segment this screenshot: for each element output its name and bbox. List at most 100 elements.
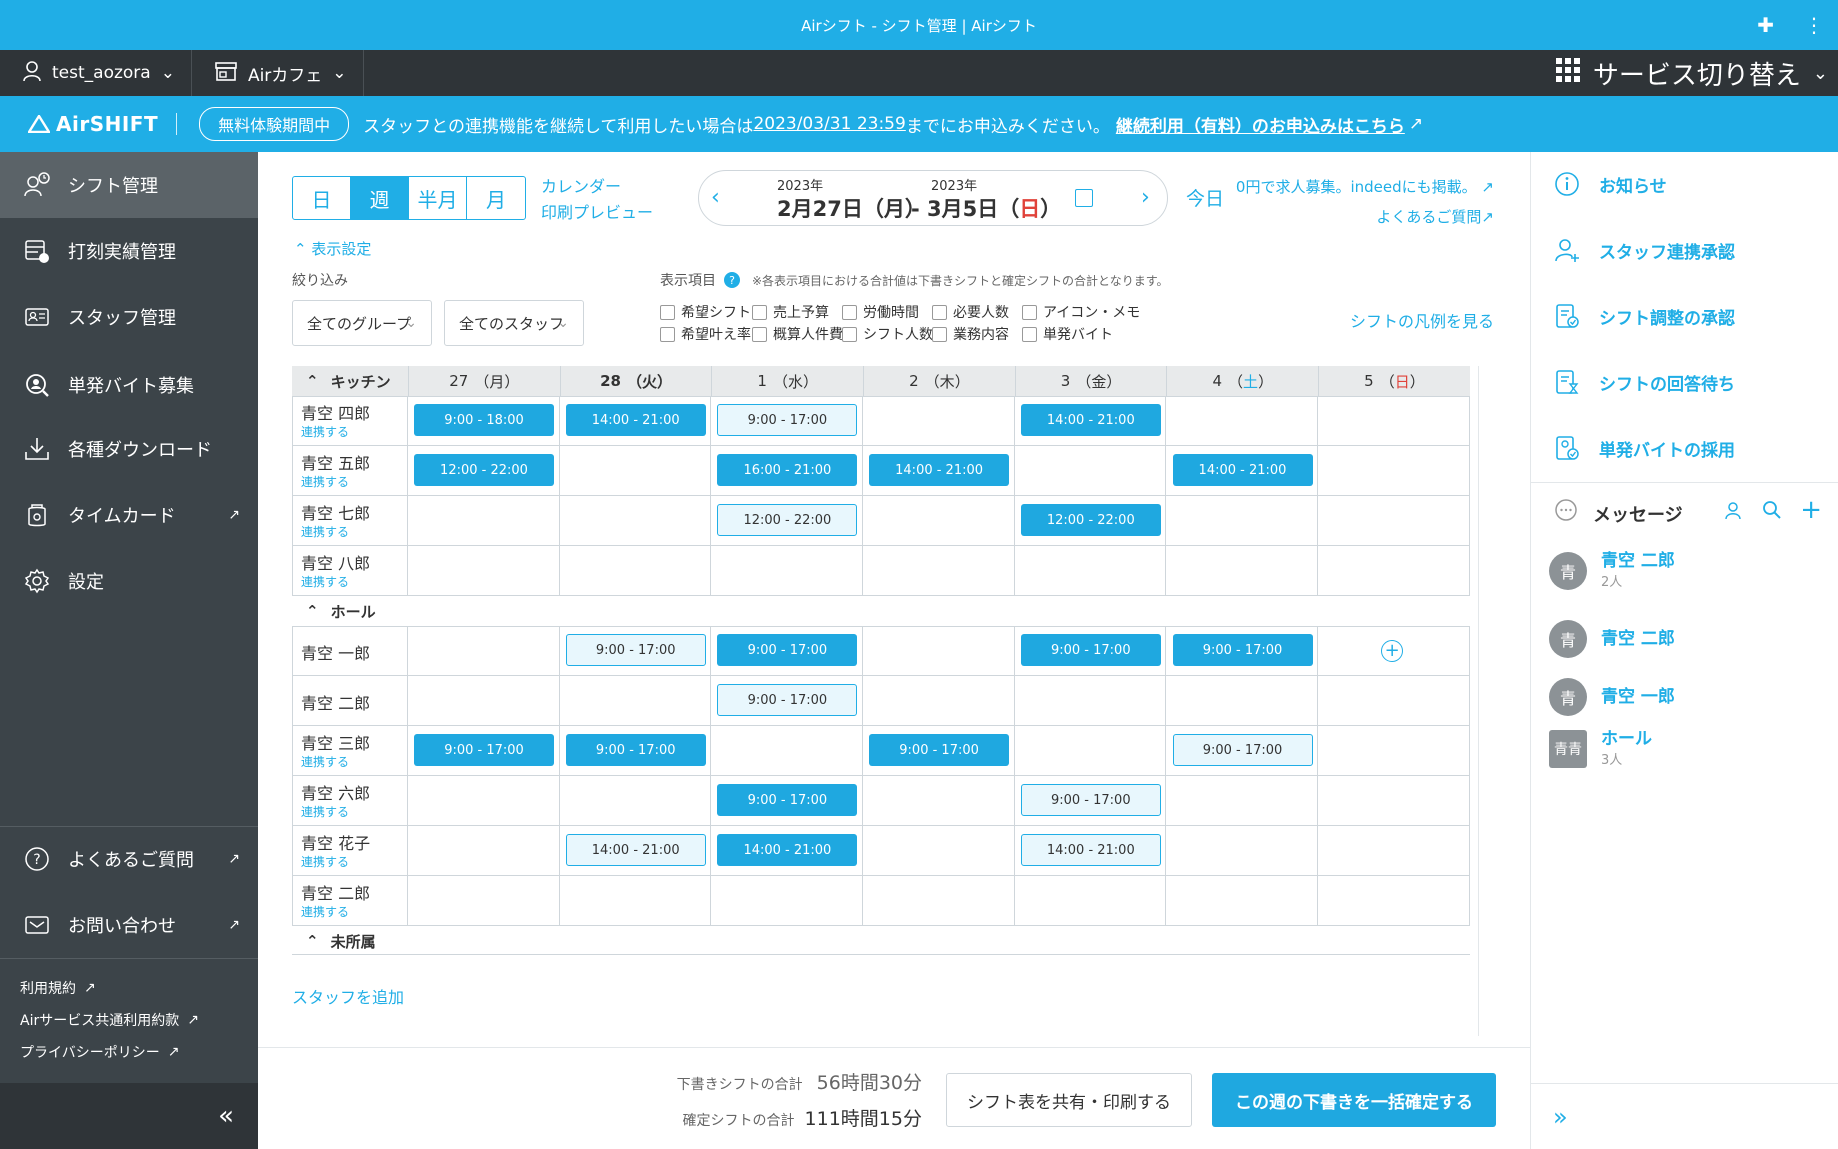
confirmed-shift[interactable]: 14:00 - 21:00 — [565, 404, 706, 436]
draft-shift[interactable]: 9:00 - 17:00 — [1020, 784, 1161, 816]
calendar-print-preview-link[interactable]: カレンダー 印刷プレビュー — [541, 174, 653, 226]
section-header[interactable]: ⌃ キッチン — [292, 366, 408, 396]
link-staff-link[interactable]: 連携する — [301, 523, 407, 540]
view-month-button[interactable]: 月 — [467, 177, 525, 219]
draft-shift[interactable]: 9:00 - 17:00 — [565, 634, 706, 666]
terms-link[interactable]: 利用規約 ↗ — [20, 978, 96, 998]
shift-cell[interactable] — [1167, 546, 1319, 596]
shift-cell[interactable] — [408, 876, 560, 926]
confirmed-shift[interactable]: 14:00 - 21:00 — [1172, 454, 1313, 486]
shift-cell[interactable]: 9:00 - 17:00 — [1167, 626, 1319, 676]
sidebar-item-staff[interactable]: スタッフ管理 — [0, 284, 258, 350]
staff-filter-select[interactable]: 全てのスタッフ ⌄ — [444, 300, 584, 346]
notifications-link[interactable]: お知らせ — [1531, 156, 1838, 212]
sidebar-help[interactable]: ? よくあるご質問 ↗ — [0, 826, 258, 892]
share-print-button[interactable]: シフト表を共有・印刷する — [946, 1073, 1192, 1127]
add-staff-link[interactable]: スタッフを追加 — [292, 984, 404, 1008]
section-header[interactable]: ⌃ ホール — [292, 596, 376, 626]
indeed-promo-link[interactable]: 0円で求人募集。indeedにも掲載。 ↗ — [1236, 172, 1494, 202]
search-icon[interactable] — [1762, 500, 1782, 525]
sidebar-contact[interactable]: お問い合わせ ↗ — [0, 892, 258, 958]
sidebar-item-timestamp[interactable]: 打刻実績管理 — [0, 218, 258, 284]
calendar-icon[interactable] — [1075, 189, 1093, 207]
shift-cell[interactable] — [1167, 496, 1319, 546]
staff-name[interactable]: 青空 六郎 — [301, 780, 407, 804]
shift-cell[interactable] — [863, 626, 1015, 676]
draft-shift[interactable]: 9:00 - 17:00 — [717, 684, 858, 716]
staff-name[interactable]: 青空 二郎 — [301, 880, 407, 904]
link-staff-link[interactable]: 連携する — [301, 803, 407, 820]
link-staff-link[interactable]: 連携する — [301, 573, 407, 590]
shift-cell[interactable] — [1167, 876, 1319, 926]
checkbox-box[interactable] — [660, 304, 675, 320]
sidebar-item-settings[interactable]: 設定 — [0, 548, 258, 614]
staff-name[interactable]: 青空 八郎 — [301, 550, 407, 574]
message-thread[interactable]: 青青空 二郎 2人 — [1549, 551, 1675, 590]
faq-link[interactable]: よくあるご質問↗ — [1236, 202, 1494, 232]
confirmed-shift[interactable]: 9:00 - 17:00 — [869, 734, 1010, 766]
shift-cell[interactable] — [711, 546, 864, 596]
help-icon[interactable]: ? — [724, 272, 740, 288]
shift-cell[interactable] — [1015, 726, 1167, 776]
shift-cell[interactable] — [1015, 676, 1167, 726]
display-item-checkbox[interactable]: アイコン・メモ — [1022, 302, 1140, 322]
display-settings-toggle[interactable]: ⌃ 表示設定 — [294, 238, 371, 259]
shift-cell[interactable] — [1167, 826, 1319, 876]
confirmed-shift[interactable]: 9:00 - 17:00 — [1172, 634, 1313, 666]
checkbox-box[interactable] — [1022, 304, 1037, 320]
scrollbar[interactable] — [1478, 366, 1479, 1036]
shift-cell[interactable]: 16:00 - 21:00 — [711, 446, 864, 496]
display-item-checkbox[interactable]: シフト人数 — [842, 324, 933, 344]
shift-cell[interactable]: 12:00 - 22:00 — [711, 496, 864, 546]
shift-cell[interactable] — [1015, 446, 1167, 496]
shift-cell[interactable]: 14:00 - 21:00 — [1167, 446, 1319, 496]
shift-cell[interactable]: 12:00 - 22:00 — [408, 446, 560, 496]
shift-cell[interactable] — [560, 876, 712, 926]
shift-cell[interactable]: 9:00 - 17:00 — [560, 726, 712, 776]
confirmed-shift[interactable]: 9:00 - 17:00 — [717, 784, 858, 816]
staff-link-approval-link[interactable]: スタッフ連携承認 — [1531, 222, 1838, 278]
shift-cell[interactable] — [1015, 546, 1167, 596]
more-menu-icon[interactable]: ⋮ — [1804, 13, 1824, 37]
air-terms-link[interactable]: Airサービス共通利用約款 ↗ — [20, 1010, 199, 1030]
checkbox-box[interactable] — [752, 304, 767, 320]
checkbox-box[interactable] — [1022, 326, 1037, 342]
staff-name[interactable]: 青空 五郎 — [301, 450, 407, 474]
user-menu[interactable]: test_aozora ⌄ — [0, 50, 192, 96]
display-item-checkbox[interactable]: 労働時間 — [842, 302, 919, 322]
confirm-week-drafts-button[interactable]: この週の下書きを一括確定する — [1212, 1073, 1496, 1127]
confirmed-shift[interactable]: 12:00 - 22:00 — [1020, 504, 1161, 536]
checkbox-box[interactable] — [842, 304, 857, 320]
shift-cell[interactable]: 9:00 - 18:00 — [408, 396, 560, 446]
shift-cell[interactable] — [560, 446, 712, 496]
shift-cell[interactable] — [1015, 876, 1167, 926]
link-staff-link[interactable]: 連携する — [301, 853, 407, 870]
shift-cell[interactable] — [1318, 826, 1470, 876]
checkbox-box[interactable] — [752, 326, 767, 342]
sidebar-item-downloads[interactable]: 各種ダウンロード — [0, 416, 258, 482]
service-switch[interactable]: サービス切り替え ⌄ — [1555, 50, 1828, 96]
display-item-checkbox[interactable]: 売上予算 — [752, 302, 829, 322]
group-filter-select[interactable]: 全てのグループ ⌄ — [292, 300, 432, 346]
shift-cell[interactable] — [1318, 876, 1470, 926]
shift-cell[interactable] — [1318, 776, 1470, 826]
draft-shift[interactable]: 14:00 - 21:00 — [565, 834, 706, 866]
shift-cell[interactable] — [863, 776, 1015, 826]
staff-name[interactable]: 青空 三郎 — [301, 730, 407, 754]
display-item-checkbox[interactable]: 希望叶え率 — [660, 324, 751, 344]
checkbox-box[interactable] — [932, 326, 947, 342]
shift-cell[interactable]: 9:00 - 17:00 — [560, 626, 712, 676]
sidebar-item-timecard[interactable]: タイムカード ↗ — [0, 482, 258, 548]
checkbox-box[interactable] — [660, 326, 675, 342]
staff-name[interactable]: 青空 四郎 — [301, 400, 407, 424]
confirmed-shift[interactable]: 14:00 - 21:00 — [1020, 404, 1161, 436]
next-week-button[interactable]: › — [1141, 185, 1150, 210]
shift-cell[interactable] — [560, 546, 712, 596]
right-panel-expand-button[interactable]: » — [1531, 1083, 1838, 1149]
display-item-checkbox[interactable]: 希望シフト — [660, 302, 751, 322]
draft-shift[interactable]: 9:00 - 17:00 — [1172, 734, 1313, 766]
shift-cell[interactable] — [1318, 446, 1470, 496]
display-item-checkbox[interactable]: 業務内容 — [932, 324, 1009, 344]
shift-adjust-approval-link[interactable]: シフト調整の承認 — [1531, 288, 1838, 344]
shift-cell[interactable] — [1318, 546, 1470, 596]
